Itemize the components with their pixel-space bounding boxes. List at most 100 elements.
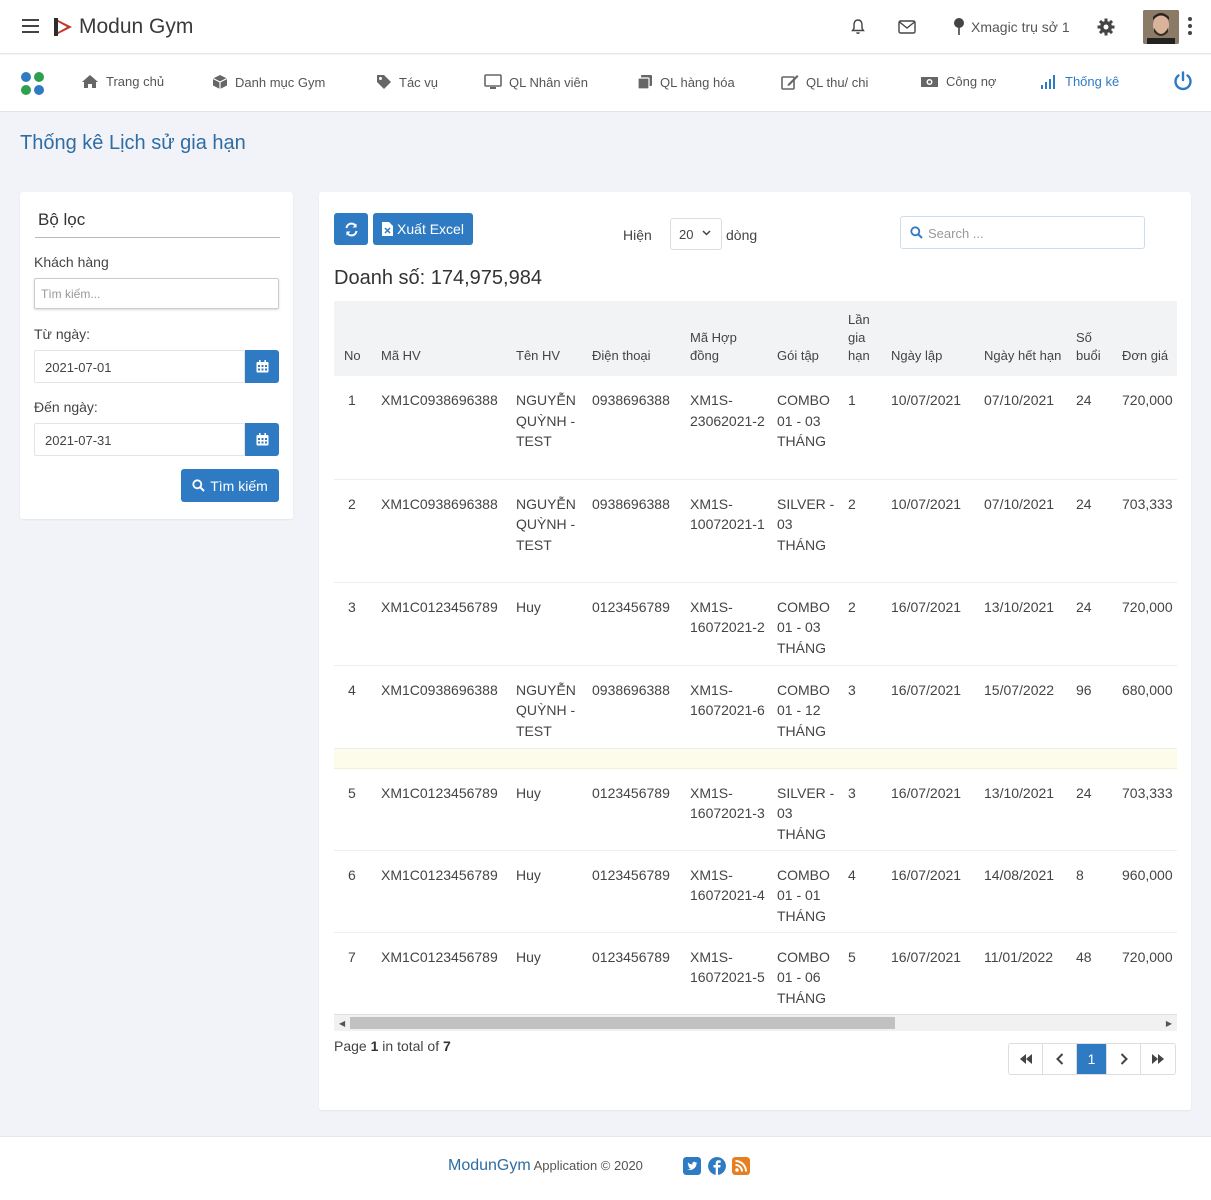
- chevron-right-icon: [1120, 1053, 1128, 1065]
- branch-selector[interactable]: Xmagic trụ sở 1: [971, 19, 1070, 35]
- customer-search-input[interactable]: Tìm kiếm...: [34, 278, 279, 309]
- table-row[interactable]: 2 XM1C0938696388 NGUYỄN QUỲNH - TEST 093869…: [334, 479, 1177, 583]
- column-header[interactable]: Ngày lập: [891, 301, 984, 376]
- table-cell: 48: [1076, 932, 1122, 1005]
- search-button[interactable]: Tìm kiếm: [181, 469, 279, 502]
- table-cell: 16/07/2021: [891, 665, 984, 749]
- from-date-calendar-button[interactable]: [245, 350, 279, 383]
- to-date-calendar-button[interactable]: [245, 423, 279, 456]
- table-search-input[interactable]: Search ...: [900, 216, 1145, 249]
- bell-icon[interactable]: [850, 18, 866, 35]
- page-size-select[interactable]: 20: [670, 218, 722, 250]
- nav-item-debt[interactable]: Công nợ: [920, 74, 996, 89]
- nav-item-label: Công nợ: [946, 74, 997, 89]
- next-page-button[interactable]: [1107, 1044, 1141, 1074]
- gear-icon[interactable]: [1097, 18, 1115, 36]
- page-button-current[interactable]: 1: [1077, 1044, 1107, 1074]
- scroll-left-arrow-icon[interactable]: ◀: [339, 1019, 345, 1028]
- previous-page-button[interactable]: [1043, 1044, 1077, 1074]
- facebook-icon[interactable]: [708, 1157, 726, 1175]
- page-info: Page 1 in total of 7: [334, 1038, 451, 1054]
- horizontal-scrollbar[interactable]: ◀ ▶: [334, 1014, 1177, 1031]
- nav-item-label: QL Nhân viên: [509, 74, 589, 90]
- power-icon[interactable]: [1173, 71, 1193, 91]
- revenue-total: Doanh số: 174,975,984: [334, 267, 542, 289]
- nav-item-label: Danh mục Gym: [235, 74, 326, 90]
- envelope-icon[interactable]: [898, 20, 916, 34]
- table-cell: 0938696388: [592, 376, 690, 480]
- data-table-container[interactable]: No Mã HV Tên HV Điện thoại Mã Hợp đồng G…: [334, 301, 1177, 1005]
- export-excel-button[interactable]: Xuất Excel: [373, 213, 473, 245]
- page-size-label: Hiện: [623, 227, 652, 243]
- nav-item-statistics[interactable]: Thống kê: [1040, 74, 1119, 89]
- table-row[interactable]: 7 XM1C0123456789 Huy 0123456789 XM1S-1607202…: [334, 932, 1177, 1005]
- copy-icon: [637, 75, 652, 90]
- refresh-button[interactable]: [334, 213, 368, 245]
- column-header[interactable]: Đơn giá: [1122, 301, 1177, 376]
- total-records: 7: [442, 1038, 451, 1054]
- table-cell: Huy: [516, 768, 592, 851]
- table-cell: 7: [334, 932, 381, 1005]
- nav-item-goods[interactable]: QL hàng hóa: [637, 74, 735, 90]
- table-cell: XM1S-23062021-2: [690, 376, 777, 480]
- menu-icon[interactable]: [22, 19, 39, 33]
- renewal-history-table: No Mã HV Tên HV Điện thoại Mã Hợp đồng G…: [334, 301, 1177, 1005]
- table-cell: 11/01/2022: [984, 932, 1076, 1005]
- scroll-right-arrow-icon[interactable]: ▶: [1166, 1019, 1172, 1028]
- rss-icon[interactable]: [732, 1157, 750, 1175]
- table-row[interactable]: 5 XM1C0123456789 Huy 0123456789 XM1S-1607202…: [334, 768, 1177, 851]
- double-chevron-left-icon: [1019, 1054, 1032, 1064]
- table-cell: 13/10/2021: [984, 768, 1076, 851]
- nav-item-staff[interactable]: QL Nhân viên: [484, 74, 588, 90]
- money-icon: [921, 76, 938, 87]
- table-cell: XM1C0123456789: [381, 932, 516, 1005]
- table-row[interactable]: 6 XM1C0123456789 Huy 0123456789 XM1S-1607202…: [334, 850, 1177, 933]
- to-date-input[interactable]: 2021-07-31: [34, 423, 245, 456]
- table-cell: 16/07/2021: [891, 582, 984, 666]
- column-header[interactable]: Điện thoại: [592, 301, 690, 376]
- column-header[interactable]: Gói tập: [777, 301, 848, 376]
- nav-item-gym-catalog[interactable]: Danh mục Gym: [212, 74, 325, 90]
- table-cell: 24: [1076, 479, 1122, 583]
- column-header[interactable]: Mã Hợp đồng: [690, 301, 777, 376]
- table-row[interactable]: 4 XM1C0938696388 NGUYỄN QUỲNH - TEST 093869…: [334, 665, 1177, 749]
- footer-brand-link[interactable]: ModunGym: [448, 1157, 531, 1174]
- chevron-down-icon: [702, 230, 711, 236]
- brand-name[interactable]: Modun Gym: [79, 15, 193, 39]
- scrollbar-thumb[interactable]: [350, 1017, 895, 1029]
- table-cell: COMBO 01 - 03 THÁNG: [777, 376, 848, 480]
- page-size-value: 20: [679, 227, 694, 242]
- nav-item-home[interactable]: Trang chủ: [81, 74, 164, 89]
- column-header[interactable]: Mã HV: [381, 301, 516, 376]
- report-panel: Xuất Excel Hiện 20 dòng Search ... Doanh…: [319, 192, 1191, 1110]
- table-cell: Huy: [516, 932, 592, 1005]
- nav-item-tasks[interactable]: Tác vụ: [376, 74, 438, 90]
- table-cell: 16/07/2021: [891, 850, 984, 933]
- column-header[interactable]: Ngày hết hạn: [984, 301, 1076, 376]
- search-icon: [910, 226, 923, 239]
- table-row[interactable]: 3 XM1C0123456789 Huy 0123456789 XM1S-1607202…: [334, 582, 1177, 666]
- twitter-icon[interactable]: [683, 1157, 701, 1175]
- table-cell: 14/08/2021: [984, 850, 1076, 933]
- first-page-button[interactable]: [1009, 1044, 1043, 1074]
- table-cell: NGUYỄN QUỲNH - TEST: [516, 479, 592, 583]
- nav-item-income-expense[interactable]: QL thu/ chi: [781, 74, 868, 90]
- search-placeholder: Search ...: [928, 226, 984, 241]
- user-avatar[interactable]: [1143, 10, 1179, 44]
- table-cell: SILVER - 03 THÁNG: [777, 768, 848, 851]
- table-cell: 24: [1076, 582, 1122, 666]
- column-header[interactable]: No: [334, 301, 381, 376]
- table-row[interactable]: 1 XM1C0938696388 NGUYỄN QUỲNH - TEST 093869…: [334, 376, 1177, 480]
- pagination: 1: [1008, 1043, 1176, 1075]
- column-header[interactable]: Lần gia hạn: [848, 301, 891, 376]
- from-date-input[interactable]: 2021-07-01: [34, 350, 245, 383]
- last-page-button[interactable]: [1141, 1044, 1175, 1074]
- table-header-row: No Mã HV Tên HV Điện thoại Mã Hợp đồng G…: [334, 301, 1177, 376]
- apps-grid-icon[interactable]: [21, 72, 45, 96]
- more-vertical-icon[interactable]: [1188, 17, 1192, 38]
- table-cell: 96: [1076, 665, 1122, 749]
- column-header[interactable]: Số buổi: [1076, 301, 1122, 376]
- row-separator-cell: [334, 748, 1177, 769]
- table-cell: 5: [848, 932, 891, 1005]
- column-header[interactable]: Tên HV: [516, 301, 592, 376]
